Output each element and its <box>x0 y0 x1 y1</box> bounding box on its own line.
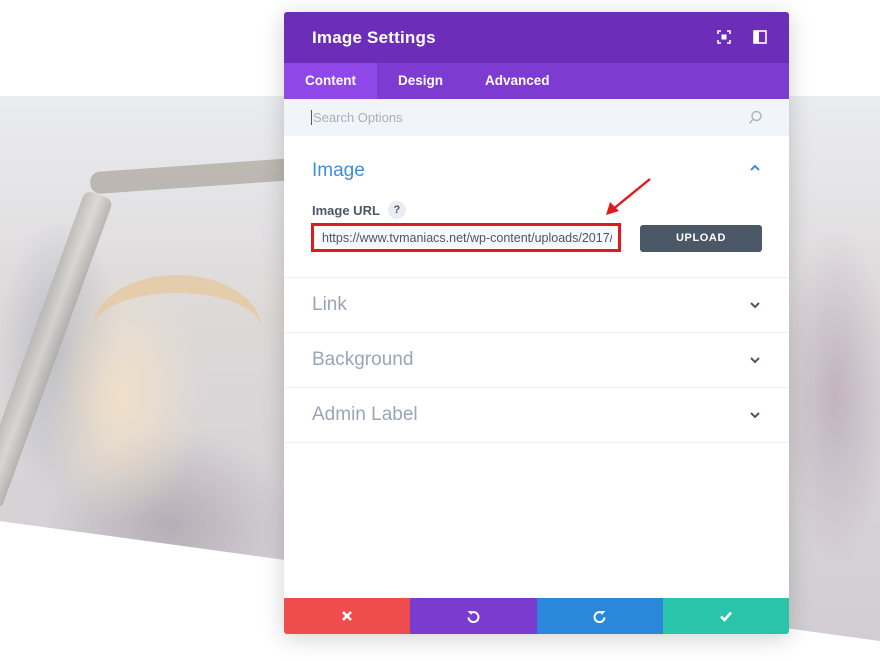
image-url-input[interactable] <box>320 227 612 248</box>
cancel-button[interactable] <box>284 598 411 634</box>
section-link-header[interactable]: Link <box>284 278 789 332</box>
section-admin-label-header[interactable]: Admin Label <box>284 388 789 442</box>
image-settings-modal: Image Settings Content Design Advanced I… <box>284 12 789 634</box>
chevron-up-icon[interactable] <box>749 162 761 174</box>
search-icon <box>748 110 762 124</box>
redo-icon <box>593 611 606 623</box>
tab-design[interactable]: Design <box>377 63 464 99</box>
chevron-down-icon[interactable] <box>749 299 761 311</box>
section-image-header[interactable]: Image <box>284 136 789 204</box>
section-link-title: Link <box>312 294 347 315</box>
undo-icon <box>467 611 480 623</box>
help-icon[interactable]: ? <box>387 201 406 219</box>
section-image-title: Image <box>312 160 365 181</box>
section-background: Background <box>284 333 789 388</box>
background-hanger <box>92 275 262 385</box>
image-url-label: Image URL <box>312 202 380 218</box>
settings-tabs: Content Design Advanced <box>284 63 789 99</box>
modal-footer <box>284 598 789 634</box>
section-admin-label: Admin Label <box>284 388 789 443</box>
section-link: Link <box>284 278 789 333</box>
tab-advanced[interactable]: Advanced <box>464 63 571 99</box>
chevron-down-icon[interactable] <box>749 354 761 366</box>
section-background-title: Background <box>312 349 414 370</box>
upload-button[interactable]: UPLOAD <box>640 225 762 252</box>
save-icon <box>719 611 732 622</box>
save-button[interactable] <box>662 598 789 634</box>
section-image: Image Image URL ? UPLOAD <box>284 136 789 278</box>
section-admin-label-title: Admin Label <box>312 404 418 425</box>
search-input[interactable] <box>311 110 731 125</box>
search-bar <box>284 99 789 136</box>
undo-button[interactable] <box>410 598 537 634</box>
redo-button[interactable] <box>536 598 663 634</box>
focus-mode-icon[interactable] <box>717 30 731 44</box>
cancel-icon <box>342 611 353 621</box>
chevron-down-icon[interactable] <box>749 409 761 421</box>
tab-content[interactable]: Content <box>284 63 377 99</box>
image-url-highlight <box>311 223 621 252</box>
image-url-label-row: Image URL ? <box>312 201 406 219</box>
section-background-header[interactable]: Background <box>284 333 789 387</box>
modal-header: Image Settings <box>284 12 789 63</box>
modal-title: Image Settings <box>312 27 436 47</box>
header-icons <box>717 30 767 44</box>
sidebar-layout-icon[interactable] <box>753 30 767 44</box>
